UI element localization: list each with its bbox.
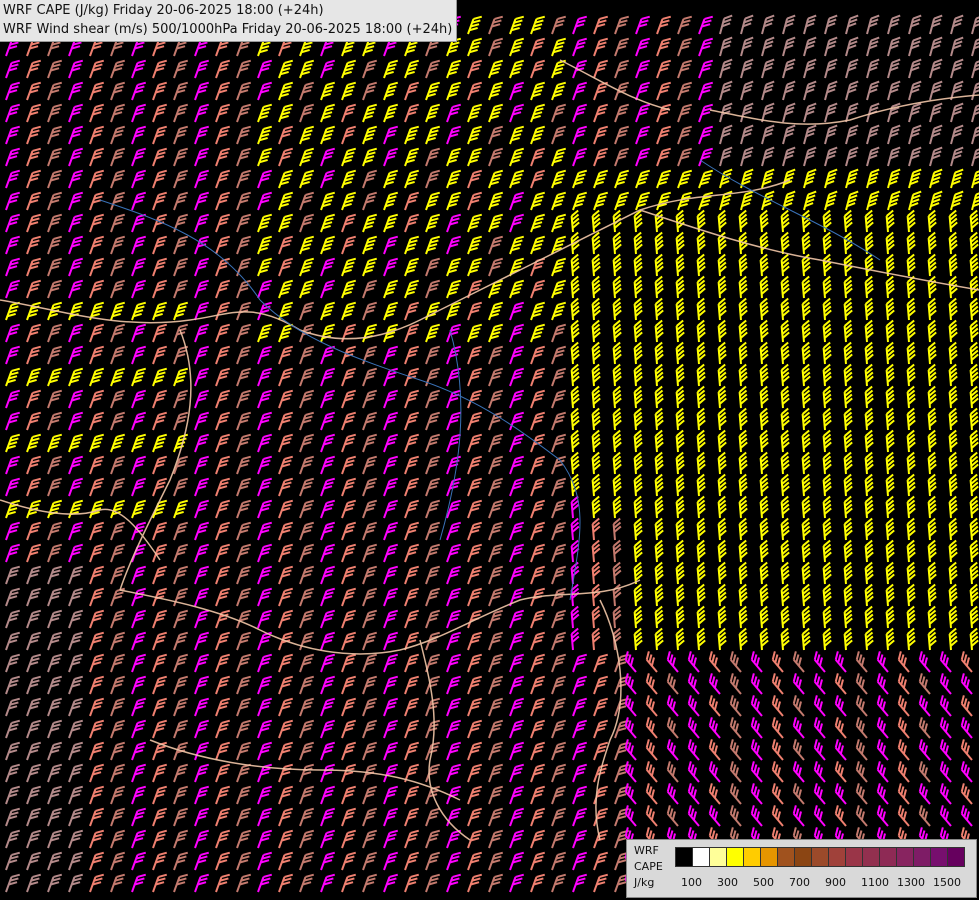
legend-swatch — [675, 847, 693, 867]
legend-swatch — [845, 847, 863, 867]
legend-variable-label: CAPE — [634, 860, 663, 873]
legend-tick-label: 100 — [681, 876, 702, 889]
legend-model-label: WRF — [634, 844, 659, 857]
shear-title: WRF Wind shear (m/s) 500/1000hPa Friday … — [3, 22, 453, 37]
legend-swatch — [947, 847, 965, 867]
legend-swatch — [862, 847, 880, 867]
legend-tick-label: 1500 — [933, 876, 961, 889]
legend-swatch — [743, 847, 761, 867]
legend-tick-label: 1100 — [861, 876, 889, 889]
cape-legend: WRF CAPE J/kg 100 300 500 700 900 1100 1300 150… — [626, 839, 977, 898]
legend-tick-label: 300 — [717, 876, 738, 889]
legend-tick-label: 900 — [825, 876, 846, 889]
legend-swatch — [896, 847, 914, 867]
legend-swatch — [760, 847, 778, 867]
legend-tick-label: 700 — [789, 876, 810, 889]
legend-swatch — [692, 847, 710, 867]
legend-swatch — [709, 847, 727, 867]
legend-tick-label: 500 — [753, 876, 774, 889]
legend-swatch — [930, 847, 948, 867]
legend-tick-label: 1300 — [897, 876, 925, 889]
legend-unit-label: J/kg — [634, 876, 655, 889]
weather-map — [0, 0, 979, 900]
legend-color-scale — [675, 847, 965, 867]
legend-swatch — [811, 847, 829, 867]
legend-swatch — [913, 847, 931, 867]
legend-swatch — [777, 847, 795, 867]
legend-swatch — [828, 847, 846, 867]
cape-title: WRF CAPE (J/kg) Friday 20-06-2025 18:00 … — [3, 3, 324, 18]
legend-swatch — [794, 847, 812, 867]
map-title-box: WRF CAPE (J/kg) Friday 20-06-2025 18:00 … — [0, 0, 458, 42]
legend-swatch — [879, 847, 897, 867]
legend-swatch — [726, 847, 744, 867]
